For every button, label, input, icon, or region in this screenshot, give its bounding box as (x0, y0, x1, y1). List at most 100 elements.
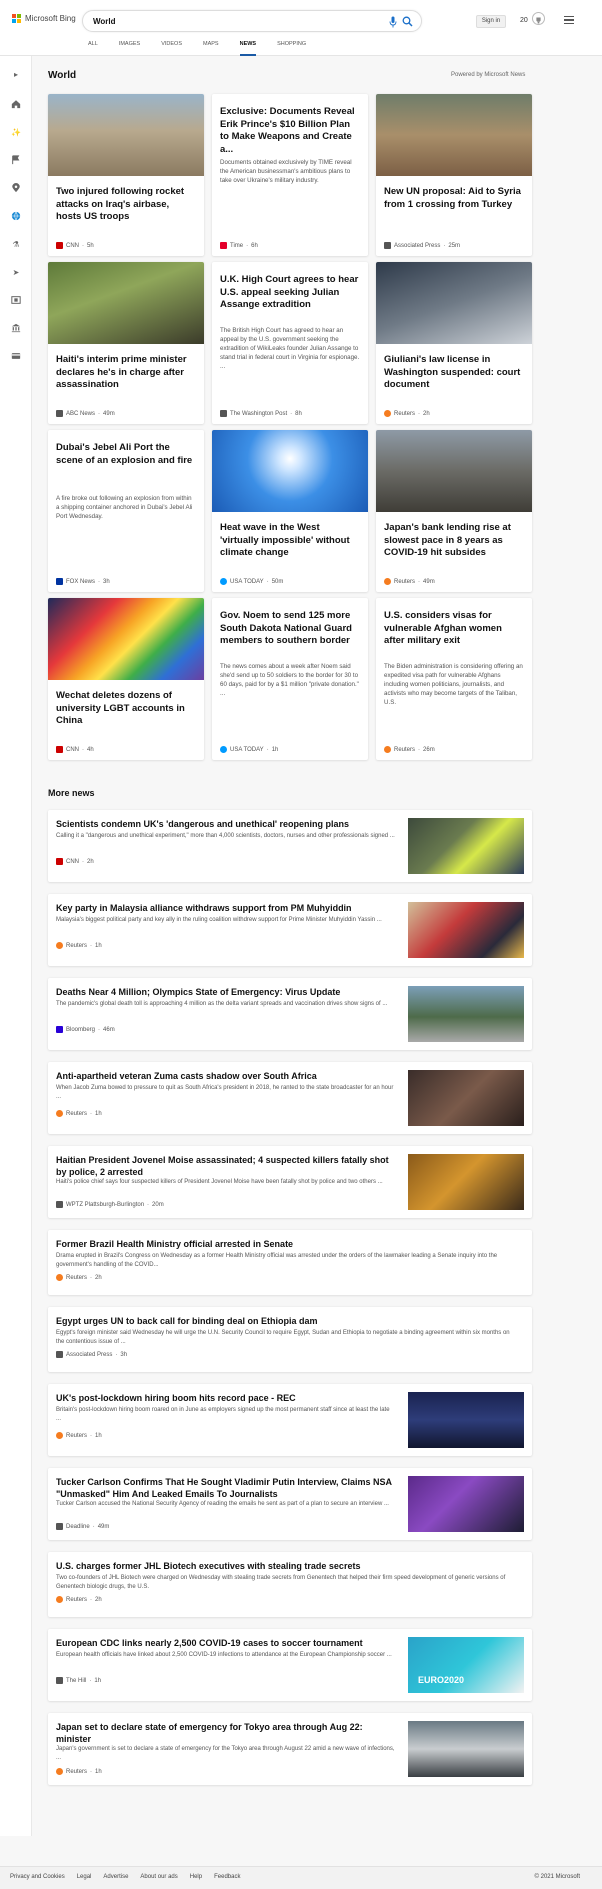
news-card[interactable]: Haiti's interim prime minister declares … (48, 262, 204, 424)
news-row[interactable]: Deaths Near 4 Million; Olympics State of… (48, 978, 532, 1050)
row-thumbnail[interactable] (408, 1392, 524, 1448)
feedback-link[interactable]: Feedback (214, 1874, 240, 1880)
separator: · (290, 410, 293, 417)
news-card[interactable]: Exclusive: Documents Reveal Erik Prince'… (212, 94, 368, 256)
card-thumbnail[interactable] (212, 430, 368, 512)
row-headline[interactable]: Key party in Malaysia alliance withdraws… (56, 902, 396, 914)
news-card[interactable]: Japan's bank lending rise at slowest pac… (376, 430, 532, 592)
globe-icon[interactable] (10, 210, 22, 222)
card-thumbnail[interactable] (376, 430, 532, 512)
flag-icon[interactable] (10, 154, 22, 166)
tab-news[interactable]: NEWS (239, 41, 257, 56)
search-box[interactable]: World (82, 10, 422, 32)
rewards-count[interactable]: 20 (520, 17, 528, 24)
card-headline[interactable]: Japan's bank lending rise at slowest pac… (384, 522, 524, 560)
row-headline[interactable]: U.S. charges former JHL Biotech executiv… (56, 1560, 396, 1572)
news-card[interactable]: U.K. High Court agrees to hear U.S. appe… (212, 262, 368, 424)
card-thumbnail[interactable] (48, 262, 204, 344)
news-card[interactable]: Wechat deletes dozens of university LGBT… (48, 598, 204, 760)
row-thumbnail[interactable]: EURO2020 (408, 1637, 524, 1693)
source-line: Reuters · 2h (56, 1596, 102, 1603)
news-row[interactable]: Anti-apartheid veteran Zuma casts shadow… (48, 1062, 532, 1134)
news-row[interactable]: European CDC links nearly 2,500 COVID-19… (48, 1629, 532, 1701)
card-thumbnail[interactable] (376, 94, 532, 176)
row-headline[interactable]: UK's post-lockdown hiring boom hits reco… (56, 1392, 396, 1404)
microscope-icon[interactable]: ⚗ (10, 238, 22, 250)
row-thumbnail[interactable] (408, 902, 524, 958)
row-thumbnail[interactable] (408, 986, 524, 1042)
tab-shopping[interactable]: SHOPPING (277, 41, 306, 56)
row-headline[interactable]: Egypt urges UN to back call for binding … (56, 1315, 396, 1327)
legal-link[interactable]: Legal (77, 1874, 92, 1880)
rewards-trophy-icon[interactable] (532, 12, 545, 25)
hamburger-menu-icon[interactable] (564, 16, 574, 25)
news-row[interactable]: Key party in Malaysia alliance withdraws… (48, 894, 532, 966)
row-headline[interactable]: Former Brazil Health Ministry official a… (56, 1238, 396, 1250)
news-card[interactable]: Heat wave in the West 'virtually impossi… (212, 430, 368, 592)
search-icon[interactable] (402, 16, 413, 27)
bing-logo[interactable]: Microsoft Bing (12, 14, 76, 23)
news-row[interactable]: Former Brazil Health Ministry official a… (48, 1230, 532, 1295)
news-row[interactable]: Scientists condemn UK's 'dangerous and u… (48, 810, 532, 882)
science-icon[interactable]: ✨ (10, 126, 22, 138)
help-link[interactable]: Help (190, 1874, 202, 1880)
row-headline[interactable]: Scientists condemn UK's 'dangerous and u… (56, 818, 396, 830)
row-thumbnail[interactable] (408, 1476, 524, 1532)
row-headline[interactable]: European CDC links nearly 2,500 COVID-19… (56, 1637, 396, 1649)
expand-arrow-icon[interactable]: ▸ (10, 68, 22, 80)
sign-in-button[interactable]: Sign in (476, 15, 506, 28)
powered-by-link[interactable]: Powered by Microsoft News (451, 72, 525, 78)
news-row[interactable]: Japan set to declare state of emergency … (48, 1713, 532, 1785)
card-headline[interactable]: Two injured following rocket attacks on … (56, 186, 196, 224)
card-thumbnail[interactable] (48, 598, 204, 680)
news-card[interactable]: Two injured following rocket attacks on … (48, 94, 204, 256)
about-ads-link[interactable]: About our ads (140, 1874, 177, 1880)
news-row[interactable]: UK's post-lockdown hiring boom hits reco… (48, 1384, 532, 1456)
card-headline[interactable]: U.K. High Court agrees to hear U.S. appe… (220, 274, 360, 312)
news-card[interactable]: U.S. considers visas for vulnerable Afgh… (376, 598, 532, 760)
card-headline[interactable]: Heat wave in the West 'virtually impossi… (220, 522, 360, 560)
microphone-icon[interactable] (389, 16, 397, 28)
privacy-link[interactable]: Privacy and Cookies (10, 1874, 65, 1880)
news-row[interactable]: U.S. charges former JHL Biotech executiv… (48, 1552, 532, 1617)
news-card[interactable]: Gov. Noem to send 125 more South Dakota … (212, 598, 368, 760)
advertise-link[interactable]: Advertise (103, 1874, 128, 1880)
location-pin-icon[interactable] (10, 182, 22, 194)
film-icon[interactable] (10, 294, 22, 306)
news-row[interactable]: Tucker Carlson Confirms That He Sought V… (48, 1468, 532, 1540)
home-icon[interactable] (10, 98, 22, 110)
row-headline[interactable]: Deaths Near 4 Million; Olympics State of… (56, 986, 396, 998)
row-headline[interactable]: Haitian President Jovenel Moise assassin… (56, 1154, 396, 1178)
search-input[interactable]: World (93, 17, 116, 26)
row-headline[interactable]: Anti-apartheid veteran Zuma casts shadow… (56, 1070, 396, 1082)
card-headline[interactable]: Exclusive: Documents Reveal Erik Prince'… (220, 106, 360, 156)
card-thumbnail[interactable] (376, 262, 532, 344)
row-headline[interactable]: Tucker Carlson Confirms That He Sought V… (56, 1476, 396, 1500)
tab-maps[interactable]: MAPS (203, 41, 219, 56)
news-card[interactable]: Giuliani's law license in Washington sus… (376, 262, 532, 424)
credit-card-icon[interactable] (10, 350, 22, 362)
card-thumbnail[interactable] (48, 94, 204, 176)
news-card[interactable]: New UN proposal: Aid to Syria from 1 cro… (376, 94, 532, 256)
card-headline[interactable]: Haiti's interim prime minister declares … (56, 354, 196, 392)
card-headline[interactable]: Gov. Noem to send 125 more South Dakota … (220, 610, 360, 648)
tab-all[interactable]: ALL (88, 41, 98, 56)
row-thumbnail[interactable] (408, 1721, 524, 1777)
card-headline[interactable]: New UN proposal: Aid to Syria from 1 cro… (384, 186, 524, 211)
row-thumbnail[interactable] (408, 818, 524, 874)
tab-videos[interactable]: VIDEOS (161, 41, 182, 56)
row-thumbnail[interactable] (408, 1154, 524, 1210)
source-logo-icon (56, 1110, 63, 1117)
news-row[interactable]: Egypt urges UN to back call for binding … (48, 1307, 532, 1372)
card-headline[interactable]: Wechat deletes dozens of university LGBT… (56, 690, 196, 728)
row-thumbnail[interactable] (408, 1070, 524, 1126)
news-row[interactable]: Haitian President Jovenel Moise assassin… (48, 1146, 532, 1218)
rocket-icon[interactable]: ➤ (10, 266, 22, 278)
bank-icon[interactable] (10, 322, 22, 334)
card-headline[interactable]: U.S. considers visas for vulnerable Afgh… (384, 610, 524, 648)
card-headline[interactable]: Giuliani's law license in Washington sus… (384, 354, 524, 392)
tab-images[interactable]: IMAGES (119, 41, 140, 56)
card-headline[interactable]: Dubai's Jebel Ali Port the scene of an e… (56, 442, 196, 467)
row-headline[interactable]: Japan set to declare state of emergency … (56, 1721, 396, 1745)
news-card[interactable]: Dubai's Jebel Ali Port the scene of an e… (48, 430, 204, 592)
